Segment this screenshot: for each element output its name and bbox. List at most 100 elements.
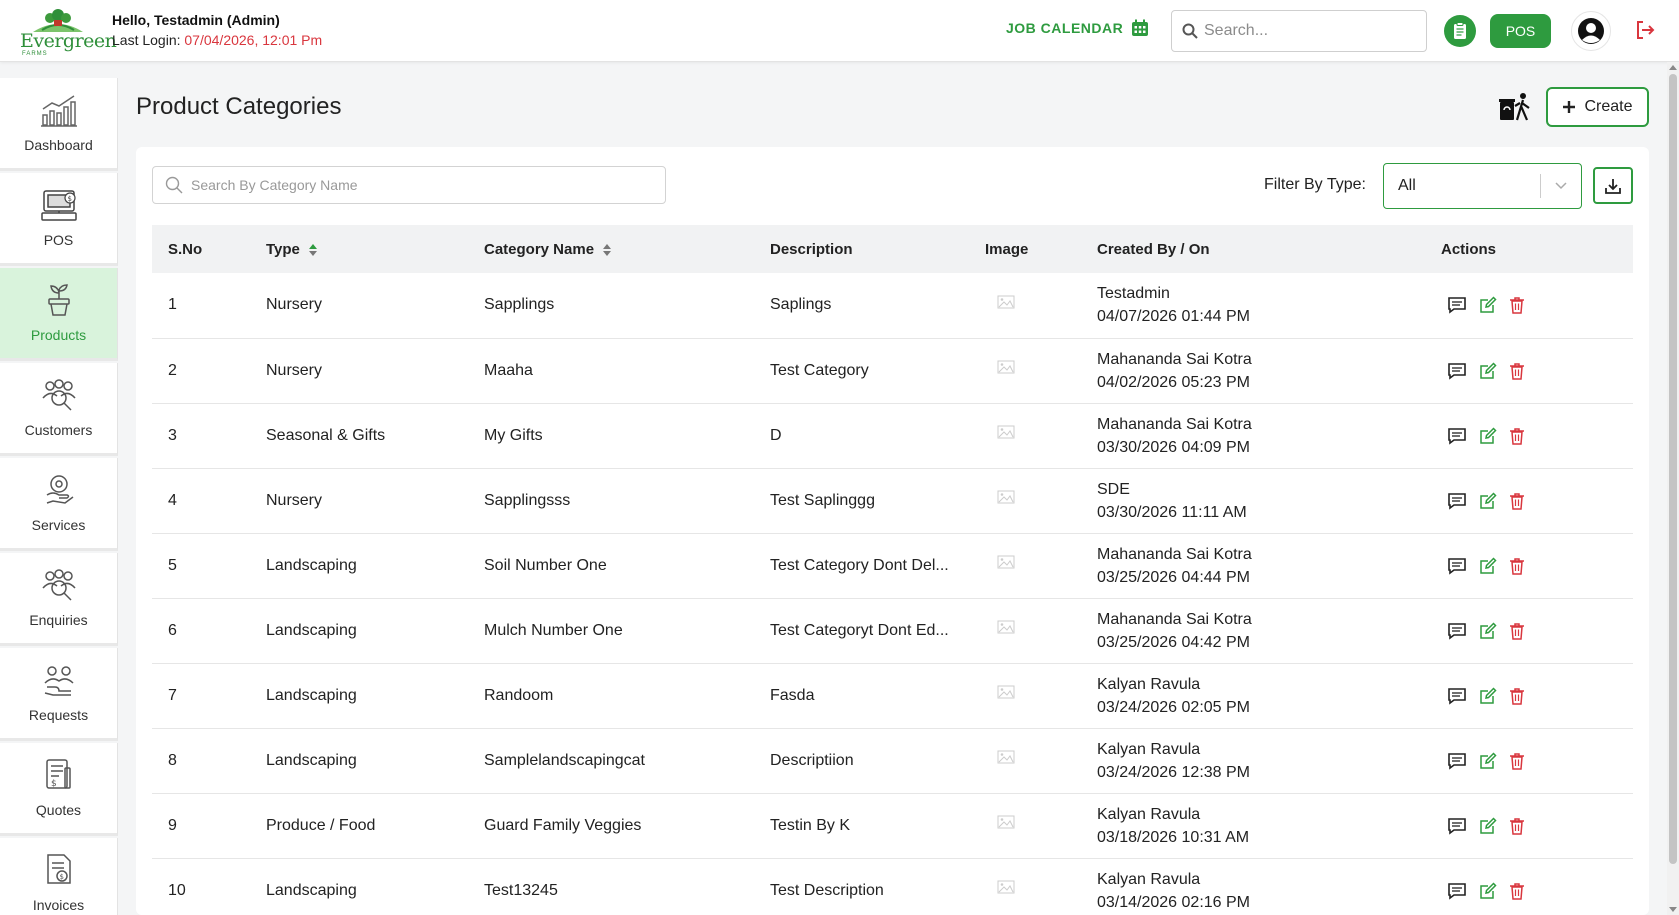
col-type[interactable]: Type: [250, 225, 468, 273]
table-row[interactable]: 1 Nursery Sapplings Saplings Testadmin 04/07/…: [152, 273, 1633, 338]
sort-icon[interactable]: [602, 243, 612, 257]
edit-button[interactable]: [1479, 751, 1497, 770]
image-placeholder-icon: [997, 425, 1015, 439]
logout-icon: [1637, 21, 1655, 39]
sidebar-item-invoices[interactable]: $ Invoices: [0, 838, 118, 915]
comment-button[interactable]: [1447, 752, 1467, 770]
delete-button[interactable]: [1509, 622, 1525, 640]
delete-button[interactable]: [1509, 492, 1525, 510]
delete-button[interactable]: [1509, 557, 1525, 575]
edit-button[interactable]: [1479, 881, 1497, 900]
cell-image: [969, 663, 1081, 728]
cell-sno: 4: [168, 491, 177, 509]
brand-logo[interactable]: Evergreen FARMS: [18, 8, 117, 57]
table-row[interactable]: 7 Landscaping Randoom Fasda Kalyan Ravula 03/…: [152, 663, 1633, 728]
user-avatar[interactable]: [1571, 11, 1611, 51]
comment-button[interactable]: [1447, 687, 1467, 705]
cell-image: [969, 533, 1081, 598]
delete-button[interactable]: [1509, 296, 1525, 314]
download-button[interactable]: [1593, 167, 1633, 204]
sidebar-item-services[interactable]: Services: [0, 458, 118, 551]
created-by: Testadmin: [1097, 285, 1170, 303]
last-login: Last Login: 07/04/2026, 12:01 Pm: [112, 32, 322, 48]
sidebar-item-customers[interactable]: Customers: [0, 363, 118, 456]
col-category-name[interactable]: Category Name: [468, 225, 754, 273]
last-login-value: 07/04/2026, 12:01 Pm: [184, 32, 323, 48]
delete-button[interactable]: [1509, 427, 1525, 445]
edit-icon: [1480, 816, 1497, 834]
cell-created: Mahananda Sai Kotra 03/25/2026 04:44 PM: [1081, 533, 1371, 598]
cell-sno: 3: [168, 426, 177, 444]
delete-button[interactable]: [1509, 817, 1525, 835]
sidebar-item-dashboard[interactable]: Dashboard: [0, 78, 118, 171]
cell-description: Testin By K: [770, 816, 851, 834]
filter-type-select[interactable]: All: [1383, 163, 1582, 209]
create-button[interactable]: Create: [1546, 87, 1649, 127]
svg-text:$: $: [59, 873, 63, 881]
edit-button[interactable]: [1479, 556, 1497, 575]
select-separator: [1540, 174, 1541, 198]
comment-button[interactable]: [1447, 492, 1467, 510]
sidebar-item-label: Products: [30, 327, 87, 343]
table-row[interactable]: 8 Landscaping Samplelandscapingcat Descript…: [152, 728, 1633, 793]
edit-button[interactable]: [1479, 296, 1497, 314]
sidebar-item-products[interactable]: Products: [0, 268, 118, 361]
edit-button[interactable]: [1479, 686, 1497, 705]
delete-button[interactable]: [1509, 362, 1525, 380]
edit-button[interactable]: [1479, 816, 1497, 835]
edit-button[interactable]: [1479, 491, 1497, 510]
cell-type: Landscaping: [266, 751, 357, 769]
delete-button[interactable]: [1509, 882, 1525, 900]
job-calendar-link[interactable]: JOB CALENDAR: [1006, 19, 1149, 37]
table-row[interactable]: 6 Landscaping Mulch Number One Test Categor…: [152, 598, 1633, 663]
chart-icon: [40, 95, 77, 127]
sort-icon[interactable]: [308, 243, 318, 257]
table-row[interactable]: 5 Landscaping Soil Number One Test Category…: [152, 533, 1633, 598]
comment-button[interactable]: [1447, 882, 1467, 900]
edit-button[interactable]: [1479, 621, 1497, 640]
cell-category-name: My Gifts: [484, 426, 543, 444]
global-search[interactable]: [1171, 10, 1427, 52]
category-search[interactable]: [152, 166, 666, 204]
sidebar-item-label: Enquiries: [29, 612, 88, 628]
table-row[interactable]: 3 Seasonal & Gifts My Gifts D Mahananda Sai …: [152, 403, 1633, 468]
pos-button[interactable]: POS: [1490, 14, 1551, 48]
delete-button[interactable]: [1509, 752, 1525, 770]
table-row[interactable]: 10 Landscaping Test13245 Test Description Ka…: [152, 858, 1633, 915]
comment-button[interactable]: [1447, 817, 1467, 835]
sidebar-item-enquiries[interactable]: Enquiries: [0, 553, 118, 646]
sidebar-item-label: Requests: [28, 707, 89, 723]
scrollbar[interactable]: [1667, 62, 1679, 915]
comment-button[interactable]: [1447, 427, 1467, 445]
comment-button[interactable]: [1447, 362, 1467, 380]
edit-button[interactable]: [1479, 426, 1497, 445]
category-search-input[interactable]: [191, 177, 651, 193]
comment-button[interactable]: [1447, 557, 1467, 575]
filter-type-value: All: [1398, 177, 1416, 194]
recycle-bin-button[interactable]: [1498, 92, 1532, 127]
scroll-down-arrow[interactable]: [1669, 907, 1677, 912]
cell-actions: [1371, 728, 1633, 793]
sidebar-item-requests[interactable]: Requests: [0, 648, 118, 741]
comment-button[interactable]: [1447, 622, 1467, 640]
table-row[interactable]: 2 Nursery Maaha Test Category Mahananda Sai …: [152, 338, 1633, 403]
comment-button[interactable]: [1447, 296, 1467, 314]
scroll-thumb[interactable]: [1669, 74, 1677, 864]
global-search-input[interactable]: [1204, 22, 1404, 40]
table-row[interactable]: 9 Produce / Food Guard Family Veggies Testi…: [152, 793, 1633, 858]
edit-icon: [1480, 426, 1497, 444]
logout-button[interactable]: [1635, 20, 1655, 45]
greeting-text: Hello, Testadmin (Admin): [112, 12, 280, 28]
cell-created: Kalyan Ravula 03/18/2026 10:31 AM: [1081, 793, 1371, 858]
sidebar-item-quotes[interactable]: $ Quotes: [0, 743, 118, 836]
sidebar-item-pos[interactable]: $ POS: [0, 173, 118, 266]
image-placeholder-icon: [997, 685, 1015, 699]
delete-button[interactable]: [1509, 687, 1525, 705]
cell-sno: 1: [168, 296, 177, 314]
edit-button[interactable]: [1479, 361, 1497, 380]
notes-button[interactable]: [1444, 15, 1476, 47]
created-by: Mahananda Sai Kotra: [1097, 545, 1252, 563]
col-image: Image: [985, 240, 1029, 258]
scroll-up-arrow[interactable]: [1669, 65, 1677, 70]
table-row[interactable]: 4 Nursery Sapplingsss Test Saplinggg SDE 03/3…: [152, 468, 1633, 533]
